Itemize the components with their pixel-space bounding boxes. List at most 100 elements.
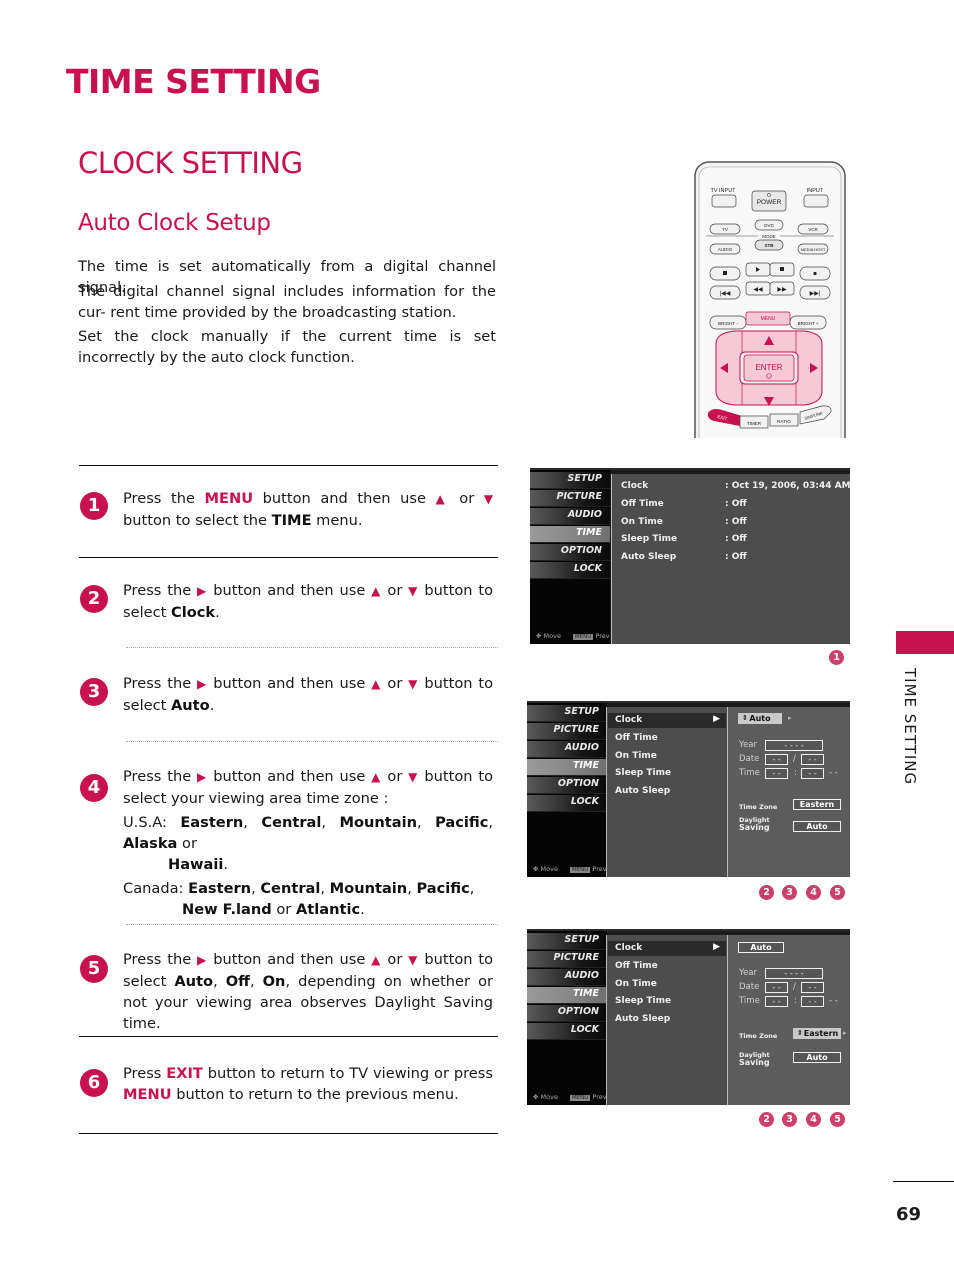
- bright-plus-label: BRIGHT +: [798, 321, 819, 326]
- date-separator: /: [793, 754, 796, 764]
- menu-keyword: MENU: [204, 490, 254, 507]
- page-number: 69: [896, 1204, 922, 1225]
- tv-menu-item-lock[interactable]: LOCK: [527, 1023, 607, 1040]
- step-reference-badge: 3: [782, 1112, 797, 1127]
- menu-row-auto-sleep[interactable]: Auto Sleep: [615, 786, 670, 796]
- tv-menu-item-time[interactable]: TIME: [527, 759, 607, 776]
- tv-mode-label: TV: [722, 227, 728, 232]
- tv-menu-screen-2: SETUP PICTURE AUDIO TIME OPTION LOCK ✥ M…: [527, 701, 850, 877]
- hour-field[interactable]: - -: [765, 768, 788, 779]
- step-reference-badge: 2: [759, 885, 774, 900]
- step-6-text: Press EXIT button to return to TV viewin…: [123, 1065, 493, 1103]
- tv-menu-item-setup[interactable]: SETUP: [530, 472, 610, 489]
- menu-value-off-time: : Off: [725, 499, 747, 509]
- right-arrow-icon: ▶: [713, 942, 720, 952]
- vcr-mode-label: VCR: [808, 227, 818, 232]
- clock-mode-selector[interactable]: Auto: [738, 942, 784, 953]
- am-pm-field[interactable]: - -: [829, 768, 838, 778]
- menu-row-sleep-time[interactable]: Sleep Time: [621, 534, 677, 544]
- menu-row-auto-sleep[interactable]: Auto Sleep: [621, 552, 676, 562]
- menu-row-sleep-time[interactable]: Sleep Time: [615, 996, 671, 1006]
- tv-menu-item-audio[interactable]: AUDIO: [530, 508, 610, 525]
- minute-field[interactable]: - -: [801, 768, 824, 779]
- menu-row-on-time[interactable]: On Time: [621, 517, 663, 527]
- right-arrow-icon: ▶: [197, 677, 208, 691]
- menu-value-on-time: : Off: [725, 517, 747, 527]
- divider: [79, 1133, 498, 1134]
- tv-menu-item-picture[interactable]: PICTURE: [527, 723, 607, 740]
- menu-row-clock[interactable]: Clock: [615, 943, 642, 953]
- tv-menu-item-lock[interactable]: LOCK: [527, 795, 607, 812]
- tv-menu-item-picture[interactable]: PICTURE: [530, 490, 610, 507]
- time-label: Time: [739, 996, 760, 1006]
- tv-menu-item-option[interactable]: OPTION: [527, 777, 607, 794]
- step-number-badge: 1: [80, 492, 108, 520]
- menu-row-on-time[interactable]: On Time: [615, 751, 657, 761]
- stb-mode-label: STB: [765, 243, 775, 248]
- menu-row-clock[interactable]: Clock: [615, 715, 642, 725]
- menu-label: MENU: [761, 316, 776, 322]
- intro-paragraph: The digital channel signal includes info…: [78, 283, 496, 321]
- hour-field[interactable]: - -: [765, 996, 788, 1007]
- tv-menu-screen-1: SETUP PICTURE AUDIO TIME OPTION LOCK ✥ M…: [530, 468, 851, 644]
- time-zone-selector[interactable]: ⇕ Eastern: [793, 1028, 841, 1039]
- year-field[interactable]: - - - -: [765, 968, 823, 979]
- step-reference-badge: 2: [759, 1112, 774, 1127]
- time-zone-label: Time Zone: [739, 1032, 778, 1040]
- time-menu-panel: ▶ Clock Off Time On Time Sleep Time Auto…: [606, 707, 727, 877]
- month-field[interactable]: - -: [765, 754, 788, 765]
- move-icon: ✥: [533, 865, 541, 873]
- input-button: [803, 194, 829, 208]
- menu-value-clock: : Oct 19, 2006, 03:44 AM: [725, 481, 851, 491]
- tv-menu-item-setup[interactable]: SETUP: [527, 933, 607, 950]
- down-arrow-icon: ▼: [408, 770, 419, 784]
- clock-mode-selector[interactable]: ⇕ Auto: [738, 713, 782, 724]
- dvd-mode-label: DVD: [764, 223, 774, 228]
- down-arrow-icon: ▼: [408, 584, 419, 598]
- step-3-text: Press the ▶ button and then use ▲ or ▼ b…: [123, 675, 494, 714]
- clock-settings-panel: Auto Year - - - - Date - - / - - Time - …: [727, 935, 850, 1105]
- step-reference-badge: 3: [782, 885, 797, 900]
- day-field[interactable]: - -: [801, 754, 824, 765]
- step-reference-badge: 4: [806, 1112, 821, 1127]
- tv-side-menu: SETUP PICTURE AUDIO TIME OPTION LOCK ✥ M…: [527, 931, 607, 1105]
- tv-menu-item-setup[interactable]: SETUP: [527, 705, 607, 722]
- tv-menu-item-time[interactable]: TIME: [527, 987, 607, 1004]
- divider: [79, 465, 498, 466]
- month-field[interactable]: - -: [765, 982, 788, 993]
- menu-row-off-time[interactable]: Off Time: [615, 961, 658, 971]
- tv-menu-item-picture[interactable]: PICTURE: [527, 951, 607, 968]
- tv-menu-item-audio[interactable]: AUDIO: [527, 969, 607, 986]
- menu-row-auto-sleep[interactable]: Auto Sleep: [615, 1014, 670, 1024]
- date-label: Date: [739, 982, 760, 992]
- menu-row-off-time[interactable]: Off Time: [621, 499, 664, 509]
- divider: [79, 557, 498, 558]
- up-down-icon: ⇕: [797, 1029, 803, 1037]
- tv-menu-item-audio[interactable]: AUDIO: [527, 741, 607, 758]
- down-arrow-icon: ▼: [483, 492, 494, 506]
- menu-value-auto-sleep: : Off: [725, 552, 747, 562]
- tv-menu-item-option[interactable]: OPTION: [530, 544, 610, 561]
- step-number-badge: 2: [80, 585, 108, 613]
- right-arrow-icon: ▶: [197, 770, 208, 784]
- tv-menu-item-option[interactable]: OPTION: [527, 1005, 607, 1022]
- menu-row-clock[interactable]: Clock: [621, 481, 648, 491]
- minute-field[interactable]: - -: [801, 996, 824, 1007]
- time-separator: :: [794, 768, 797, 778]
- am-pm-field[interactable]: - -: [829, 996, 838, 1006]
- year-label: Year: [739, 740, 757, 750]
- tv-menu-item-time[interactable]: TIME: [530, 526, 610, 543]
- time-zone-field[interactable]: Eastern: [793, 799, 841, 810]
- daylight-saving-field[interactable]: Auto: [793, 1052, 841, 1063]
- tv-input-label: TV INPUT: [710, 188, 736, 194]
- menu-row-sleep-time[interactable]: Sleep Time: [615, 768, 671, 778]
- year-field[interactable]: - - - -: [765, 740, 823, 751]
- menu-row-on-time[interactable]: On Time: [615, 979, 657, 989]
- daylight-saving-field[interactable]: Auto: [793, 821, 841, 832]
- tv-side-menu: SETUP PICTURE AUDIO TIME OPTION LOCK ✥ M…: [530, 470, 610, 644]
- menu-row-off-time[interactable]: Off Time: [615, 733, 658, 743]
- day-field[interactable]: - -: [801, 982, 824, 993]
- time-separator: :: [794, 996, 797, 1006]
- section-title: CLOCK SETTING: [78, 146, 303, 180]
- tv-menu-item-lock[interactable]: LOCK: [530, 562, 610, 579]
